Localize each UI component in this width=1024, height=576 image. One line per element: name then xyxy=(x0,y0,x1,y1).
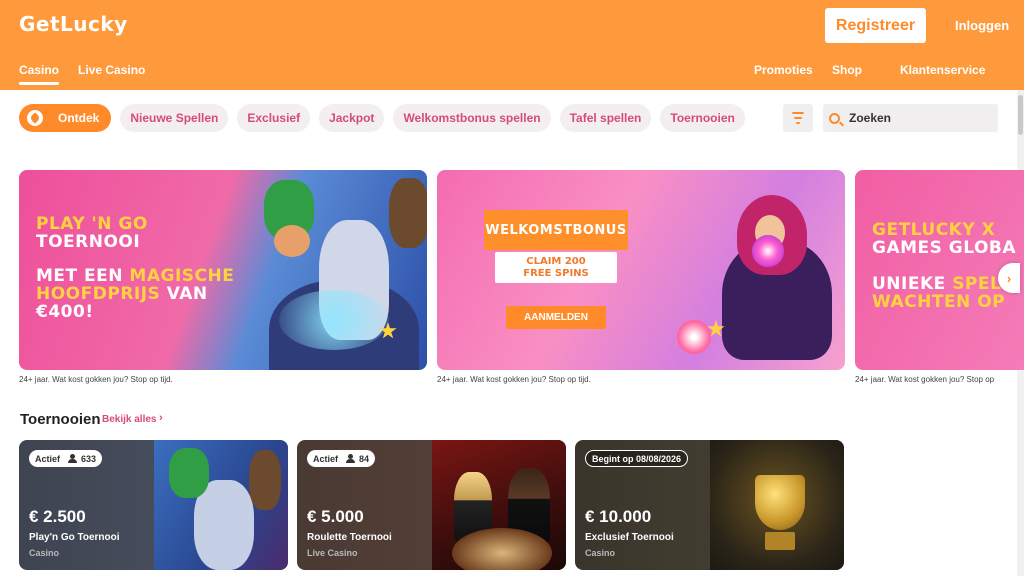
search-input[interactable] xyxy=(849,111,989,125)
tournament-name: Exclusief Toernooi xyxy=(585,532,674,543)
login-link[interactable]: Inloggen xyxy=(955,18,1009,33)
filter-button[interactable] xyxy=(783,104,813,132)
tournament-card[interactable]: Actief 633 € 2.500 Play'n Go Toernooi Ca… xyxy=(19,440,288,570)
aanmelden-button[interactable]: AANMELDEN xyxy=(506,306,606,329)
prize-amount: € 5.000 xyxy=(307,507,364,526)
tournament-category: Casino xyxy=(585,548,616,558)
user-icon xyxy=(346,454,356,463)
trophy-icon xyxy=(755,475,805,530)
status-badge: Begint op 08/08/2026 xyxy=(585,450,689,467)
view-all-link[interactable]: Bekijk alles xyxy=(102,414,156,425)
chevron-right-icon: › xyxy=(1006,270,1012,286)
chip-tafel-spellen[interactable]: Tafel spellen xyxy=(559,104,652,132)
welkomstbonus-label: WELKOMSTBONUS xyxy=(484,210,628,250)
chip-ontdek[interactable]: Ontdek xyxy=(19,104,112,132)
player-count: 84 xyxy=(359,453,370,464)
explorer-illustration xyxy=(389,178,427,248)
filter-icon xyxy=(792,112,804,114)
nav-klantenservice[interactable]: Klantenservice xyxy=(900,63,985,77)
tournament-image xyxy=(154,440,288,570)
banner-playngo-tournament[interactable]: PLAY 'N GO TOERNOOI MET EEN MAGISCHE HOO… xyxy=(19,170,427,370)
leprechaun-illustration xyxy=(169,448,209,498)
banner-heading: GETLUCKY X GAMES GLOBA xyxy=(872,221,1017,258)
banner-line-highlight: HOOFDPRIJS xyxy=(36,283,161,304)
tournament-category: Live Casino xyxy=(307,548,358,558)
banner-subheading: UNIEKE SPEL WACHTEN OP xyxy=(872,274,1006,312)
nav-live-casino[interactable]: Live Casino xyxy=(78,63,145,85)
register-button[interactable]: Registreer xyxy=(825,8,926,43)
banner-line: GAMES GLOBA xyxy=(872,237,1017,258)
magic-glow xyxy=(279,290,389,350)
compass-icon xyxy=(27,110,43,126)
chip-nieuwe-spellen[interactable]: Nieuwe Spellen xyxy=(120,104,229,132)
chip-exclusief[interactable]: Exclusief xyxy=(237,104,311,132)
status-label: Begint op 08/08/2026 xyxy=(592,453,682,464)
trophy-base xyxy=(765,532,795,550)
section-title: Toernooien xyxy=(20,411,101,428)
banner-line: VAN xyxy=(160,283,208,304)
age-disclaimer: 24+ jaar. Wat kost gokken jou? Stop op t… xyxy=(437,375,591,384)
claim-box: CLAIM 200 FREE SPINS xyxy=(495,252,617,283)
nav-shop[interactable]: Shop xyxy=(832,63,862,77)
search-icon xyxy=(829,112,840,124)
chip-label: Ontdek xyxy=(58,111,100,125)
tournament-category: Casino xyxy=(29,548,60,558)
leprechaun-face xyxy=(274,225,310,257)
age-disclaimer: 24+ jaar. Wat kost gokken jou? Stop op t… xyxy=(19,375,173,384)
filter-icon-line xyxy=(796,122,800,124)
carousel-next-button[interactable]: › xyxy=(998,263,1020,293)
claim-line: FREE SPINS xyxy=(523,267,589,279)
roulette-wheel-icon xyxy=(452,528,552,570)
lollipop-icon xyxy=(677,320,711,354)
tournament-image xyxy=(710,440,844,570)
prize-amount: € 10.000 xyxy=(585,507,652,526)
tournament-image xyxy=(432,440,566,570)
banner-heading: PLAY 'N GO TOERNOOI xyxy=(36,215,148,252)
tournament-name: Play'n Go Toernooi xyxy=(29,532,120,543)
banner-line: WACHTEN OP xyxy=(872,291,1006,312)
status-badge: Actief 84 xyxy=(307,450,376,467)
explorer-illustration xyxy=(249,450,281,510)
crystal-ball-icon xyxy=(752,235,784,267)
primary-nav: Casino Live Casino xyxy=(19,63,145,85)
chip-toernooien[interactable]: Toernooien xyxy=(660,104,745,132)
chip-jackpot[interactable]: Jackpot xyxy=(319,104,385,132)
filter-icon-line xyxy=(794,117,802,119)
nav-promoties[interactable]: Promoties xyxy=(754,63,813,77)
player-count: 633 xyxy=(81,453,97,464)
banner-subheading: MET EEN MAGISCHE HOOFDPRIJS VAN €400! xyxy=(36,267,234,322)
getlucky-logo[interactable]: GetLucky xyxy=(19,12,128,36)
chip-welkomstbonus-spellen[interactable]: Welkomstbonus spellen xyxy=(393,104,551,132)
search-box[interactable] xyxy=(823,104,998,132)
top-header: GetLucky Registreer Inloggen Casino Live… xyxy=(0,0,1024,90)
tournament-name: Roulette Toernooi xyxy=(307,532,392,543)
prize-amount: € 2.500 xyxy=(29,507,86,526)
banner-getlucky-x-games-global[interactable]: GETLUCKY X GAMES GLOBA UNIEKE SPEL WACHT… xyxy=(855,170,1024,370)
age-disclaimer: 24+ jaar. Wat kost gokken jou? Stop op xyxy=(855,375,995,384)
scrollbar-thumb[interactable] xyxy=(1018,95,1023,135)
user-icon xyxy=(68,454,78,463)
banner-welkomstbonus[interactable]: WELKOMSTBONUS CLAIM 200 FREE SPINS AANME… xyxy=(437,170,845,370)
tournament-card[interactable]: Begint op 08/08/2026 € 10.000 Exclusief … xyxy=(575,440,844,570)
status-label: Actief xyxy=(313,453,339,464)
category-chips: Ontdek Nieuwe Spellen Exclusief Jackpot … xyxy=(19,104,745,132)
claim-line: CLAIM 200 xyxy=(526,256,586,267)
tournament-card[interactable]: Actief 84 € 5.000 Roulette Toernooi Live… xyxy=(297,440,566,570)
banner-line: TOERNOOI xyxy=(36,231,141,252)
nav-casino[interactable]: Casino xyxy=(19,63,60,85)
status-badge: Actief 633 xyxy=(29,450,103,467)
status-label: Actief xyxy=(35,453,61,464)
banner-line: UNIEKE xyxy=(872,274,953,294)
chevron-right-icon[interactable]: › xyxy=(159,412,163,424)
banner-line: €400! xyxy=(36,301,94,322)
banner-line-highlight: SPEL xyxy=(952,274,1002,294)
